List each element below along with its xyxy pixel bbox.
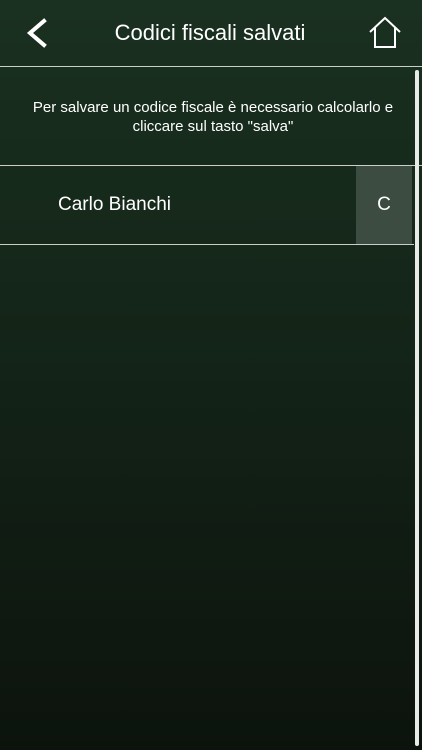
home-button[interactable]: [366, 14, 404, 52]
header-divider: [0, 66, 422, 67]
saved-code-name: Carlo Bianchi: [58, 194, 171, 215]
page-title: Codici fiscali salvati: [114, 20, 306, 45]
scrollbar[interactable]: [415, 70, 419, 746]
back-button[interactable]: [18, 14, 58, 54]
saved-code-action-button[interactable]: C: [356, 166, 412, 244]
header-bar: Codici fiscali salvati: [0, 0, 422, 66]
home-icon: [369, 16, 401, 48]
row-divider: [0, 244, 414, 245]
chevron-left-icon: [26, 18, 47, 48]
info-text: Per salvare un codice fiscale è necessar…: [32, 99, 394, 135]
saved-code-row[interactable]: Carlo Bianchi C: [0, 166, 414, 244]
